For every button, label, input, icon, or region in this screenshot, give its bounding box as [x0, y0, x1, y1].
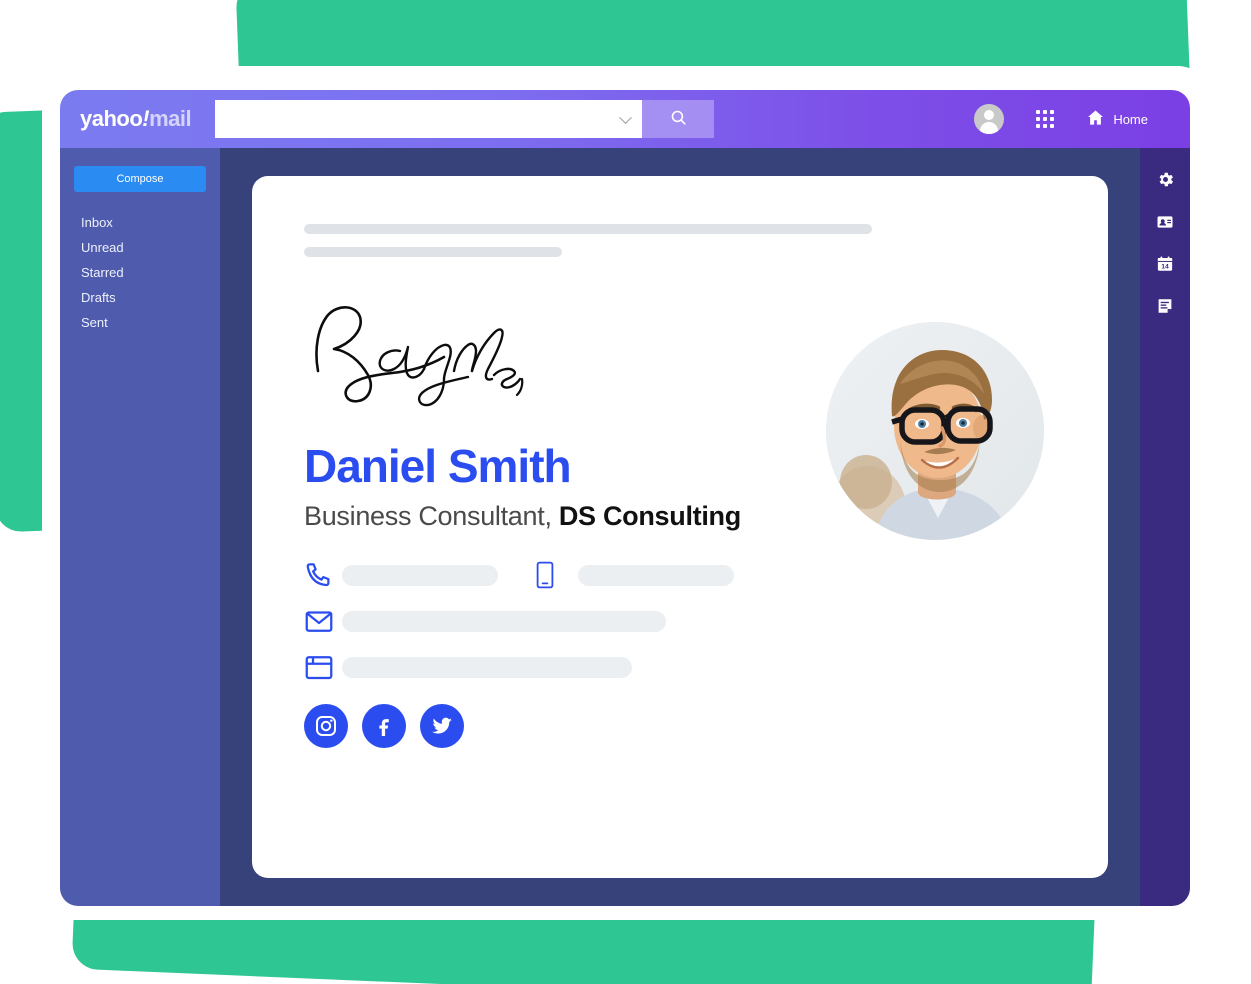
phone-value-placeholder — [342, 564, 498, 586]
header-actions: Home — [974, 104, 1190, 134]
profile-photo — [826, 322, 1044, 540]
sidebar-item-inbox[interactable]: Inbox — [74, 210, 206, 235]
contact-row-website — [304, 652, 1108, 682]
email-signature-card: Daniel Smith Business Consultant, DS Con… — [252, 176, 1108, 878]
website-value-placeholder — [342, 656, 632, 678]
contact-row-email — [304, 606, 1108, 636]
logo-secondary-text: mail — [149, 106, 192, 131]
contact-row-phone-mobile — [304, 560, 1108, 590]
sidebar-item-starred[interactable]: Starred — [74, 260, 206, 285]
regards-signature — [304, 299, 534, 411]
social-links — [304, 704, 1108, 748]
email-body-placeholder-line-1 — [304, 224, 872, 234]
app-body: Compose Inbox Unread Starred Drafts Sent — [60, 148, 1190, 906]
logo-primary-text: yahoo — [80, 106, 143, 131]
app-grid-icon[interactable] — [1036, 110, 1055, 128]
signature-role: Business Consultant, — [304, 501, 552, 531]
calendar-day-number: 14 — [1161, 264, 1169, 271]
instagram-icon[interactable] — [304, 704, 348, 748]
search-input[interactable] — [215, 100, 643, 138]
mail-application: yahoo! mail Home Compose Inbox Unread St… — [60, 90, 1190, 906]
search-input-shell — [215, 100, 643, 138]
search-button[interactable] — [642, 100, 715, 138]
website-icon — [304, 652, 342, 682]
search-bar — [215, 100, 715, 138]
avatar-icon[interactable] — [974, 104, 1005, 134]
gear-icon[interactable] — [1156, 170, 1175, 189]
sidebar-item-unread[interactable]: Unread — [74, 235, 206, 260]
right-icon-rail: 14 — [1140, 148, 1190, 906]
sidebar-item-sent[interactable]: Sent — [74, 310, 206, 335]
envelope-icon — [304, 606, 342, 636]
sidebar: Compose Inbox Unread Starred Drafts Sent — [60, 148, 220, 906]
twitter-icon[interactable] — [420, 704, 464, 748]
yahoo-mail-logo[interactable]: yahoo! mail — [80, 106, 192, 132]
notepad-icon[interactable] — [1156, 297, 1174, 315]
home-link[interactable]: Home — [1086, 108, 1148, 130]
calendar-icon[interactable]: 14 — [1156, 255, 1174, 273]
email-body-placeholder-line-2 — [304, 247, 562, 257]
contacts-card-icon[interactable] — [1156, 213, 1174, 231]
mobile-value-placeholder — [578, 564, 734, 586]
signature-company: DS Consulting — [558, 501, 741, 531]
compose-button[interactable]: Compose — [74, 166, 206, 192]
sidebar-item-drafts[interactable]: Drafts — [74, 285, 206, 310]
phone-icon — [304, 560, 342, 590]
screenshot-stage: yahoo! mail Home Compose Inbox Unread St… — [0, 0, 1251, 984]
search-icon — [670, 109, 687, 129]
home-label: Home — [1113, 111, 1148, 127]
facebook-icon[interactable] — [362, 704, 406, 748]
mobile-icon — [526, 561, 564, 589]
home-icon — [1086, 108, 1105, 130]
email-value-placeholder — [342, 610, 666, 632]
contact-details — [304, 560, 1108, 682]
logo-exclaim: ! — [142, 106, 150, 131]
app-header: yahoo! mail Home — [60, 90, 1190, 148]
content-area: Daniel Smith Business Consultant, DS Con… — [220, 148, 1140, 906]
